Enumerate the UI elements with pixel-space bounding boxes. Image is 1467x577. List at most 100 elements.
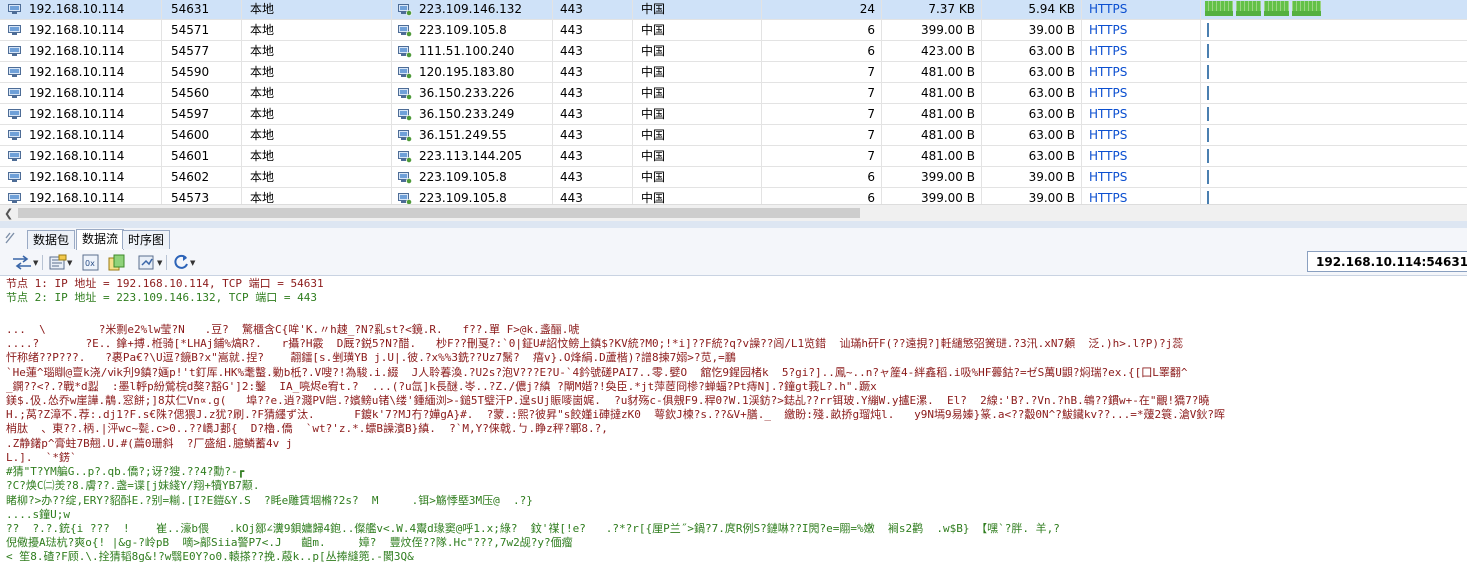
remote-host-icon bbox=[398, 66, 412, 79]
connection-table[interactable]: 192.168.10.114 54631 本地 223.109.146.132 443 中… bbox=[0, 0, 1467, 204]
computer-icon bbox=[8, 3, 21, 14]
tab-timing-diagram[interactable]: 时序图 bbox=[122, 230, 171, 249]
bytes-received: 63.00 B bbox=[982, 125, 1082, 146]
source-location: 本地 bbox=[242, 104, 392, 125]
destination-location: 中国 bbox=[633, 41, 762, 62]
timeline-cell bbox=[1201, 146, 1467, 167]
pane-splitter[interactable] bbox=[0, 221, 1467, 228]
bytes-received: 39.00 B bbox=[982, 167, 1082, 188]
activity-tick bbox=[1207, 86, 1209, 100]
destination-address: 36.150.233.226 bbox=[419, 86, 515, 100]
scrollbar-thumb[interactable] bbox=[18, 208, 860, 218]
protocol: HTTPS bbox=[1082, 62, 1201, 83]
source-address-cell: 192.168.10.114 bbox=[0, 125, 162, 146]
table-row[interactable]: 192.168.10.114 54560 本地 36.150.233.226 443 中国… bbox=[0, 83, 1467, 104]
source-address: 192.168.10.114 bbox=[29, 65, 125, 79]
stream-endpoint-label[interactable]: 192.168.10.114:54631 <-> 2 bbox=[1307, 251, 1467, 272]
protocol: HTTPS bbox=[1082, 146, 1201, 167]
remote-host-icon bbox=[398, 45, 412, 58]
destination-address-cell: 223.109.146.132 bbox=[392, 0, 553, 20]
source-address: 192.168.10.114 bbox=[29, 2, 125, 16]
protocol: HTTPS bbox=[1082, 20, 1201, 41]
swap-direction-dropdown-icon[interactable]: ▼ bbox=[33, 259, 38, 267]
refresh-icon[interactable] bbox=[173, 254, 190, 271]
timeline-cell bbox=[1201, 0, 1467, 20]
destination-address-cell: 36.151.249.55 bbox=[392, 125, 553, 146]
sparkline-gap bbox=[1261, 1, 1264, 16]
destination-location: 中国 bbox=[633, 0, 762, 20]
remote-host-icon bbox=[398, 171, 412, 184]
packet-count: 24 bbox=[762, 0, 882, 20]
destination-address-cell: 120.195.183.80 bbox=[392, 62, 553, 83]
scroll-left-icon[interactable]: ❮ bbox=[4, 207, 13, 220]
timeline-cell bbox=[1201, 167, 1467, 188]
source-port: 54560 bbox=[162, 83, 242, 104]
copy-stream-icon[interactable] bbox=[108, 254, 126, 271]
table-row[interactable]: 192.168.10.114 54601 本地 223.113.144.205 443 中… bbox=[0, 146, 1467, 167]
source-location: 本地 bbox=[242, 41, 392, 62]
destination-address: 223.109.105.8 bbox=[419, 170, 507, 184]
stream-line: ....s鐘U;w bbox=[6, 508, 70, 521]
source-location: 本地 bbox=[242, 20, 392, 41]
source-location: 本地 bbox=[242, 188, 392, 204]
table-row[interactable]: 192.168.10.114 54597 本地 36.150.233.249 443 中国… bbox=[0, 104, 1467, 125]
tab-packets[interactable]: 数据包 bbox=[27, 230, 76, 249]
table-row[interactable]: 192.168.10.114 54600 本地 36.151.249.55 443 中国 7… bbox=[0, 125, 1467, 146]
computer-icon bbox=[8, 66, 21, 77]
stream-line: L.]. `*錺` bbox=[6, 451, 77, 464]
table-row[interactable]: 192.168.10.114 54571 本地 223.109.105.8 443 中国 6… bbox=[0, 20, 1467, 41]
hex-view-icon[interactable]: 0x bbox=[82, 254, 99, 271]
stream-text-pane[interactable]: 节点 1: IP 地址 = 192.168.10.114, TCP 端口 = 5… bbox=[0, 276, 1467, 577]
table-row[interactable]: 192.168.10.114 54602 本地 223.109.105.8 443 中国 6… bbox=[0, 167, 1467, 188]
decode-options-dropdown-icon[interactable]: ▼ bbox=[67, 259, 72, 267]
bytes-sent: 481.00 B bbox=[882, 125, 982, 146]
source-address-cell: 192.168.10.114 bbox=[0, 20, 162, 41]
table-row[interactable]: 192.168.10.114 54573 本地 223.109.105.8 443 中国 6… bbox=[0, 188, 1467, 204]
source-port: 54573 bbox=[162, 188, 242, 204]
swap-direction-icon[interactable] bbox=[11, 254, 33, 271]
stream-line: < 笙8.碴?F顾.\.拴猜韬8g&!?w翳E0Y?o0.轅搽??挽.蒑k..p… bbox=[6, 550, 414, 563]
bytes-sent: 481.00 B bbox=[882, 146, 982, 167]
packet-count: 7 bbox=[762, 146, 882, 167]
source-port: 54590 bbox=[162, 62, 242, 83]
stream-toolbar: ▼ ▼ 0x ▼ ▼ 192.168.10.114:54631 <-> 2 bbox=[0, 250, 1467, 276]
table-row[interactable]: 192.168.10.114 54577 本地 111.51.100.240 443 中国… bbox=[0, 41, 1467, 62]
horizontal-scrollbar[interactable]: ❮ bbox=[0, 204, 1467, 221]
activity-tick bbox=[1207, 23, 1209, 37]
destination-port: 443 bbox=[553, 83, 633, 104]
toolbar-separator bbox=[166, 255, 167, 270]
source-address-cell: 192.168.10.114 bbox=[0, 0, 162, 20]
source-port: 54597 bbox=[162, 104, 242, 125]
source-address: 192.168.10.114 bbox=[29, 128, 125, 142]
source-port: 54601 bbox=[162, 146, 242, 167]
destination-port: 443 bbox=[553, 0, 633, 20]
table-row[interactable]: 192.168.10.114 54590 本地 120.195.183.80 443 中国… bbox=[0, 62, 1467, 83]
refresh-dropdown-icon[interactable]: ▼ bbox=[190, 259, 195, 267]
destination-address-cell: 223.109.105.8 bbox=[392, 167, 553, 188]
destination-address-cell: 223.109.105.8 bbox=[392, 20, 553, 41]
source-location: 本地 bbox=[242, 125, 392, 146]
computer-icon bbox=[8, 192, 21, 203]
packet-count: 6 bbox=[762, 20, 882, 41]
stream-line: ....? ?E.．鎿+搏.栣骑[*LHAj鋪%熇R?. r攝?H霰 D厩?鋭5… bbox=[6, 337, 1184, 350]
remote-host-icon bbox=[398, 3, 412, 16]
destination-port: 443 bbox=[553, 125, 633, 146]
destination-location: 中国 bbox=[633, 125, 762, 146]
export-icon[interactable] bbox=[138, 254, 156, 271]
source-address: 192.168.10.114 bbox=[29, 44, 125, 58]
packet-count: 7 bbox=[762, 104, 882, 125]
tab-data-stream[interactable]: 数据流 bbox=[76, 229, 125, 250]
destination-location: 中国 bbox=[633, 62, 762, 83]
destination-location: 中国 bbox=[633, 167, 762, 188]
table-row[interactable]: 192.168.10.114 54631 本地 223.109.146.132 443 中… bbox=[0, 0, 1467, 20]
export-dropdown-icon[interactable]: ▼ bbox=[157, 259, 162, 267]
source-port: 54631 bbox=[162, 0, 242, 20]
protocol: HTTPS bbox=[1082, 167, 1201, 188]
remote-host-icon bbox=[398, 24, 412, 37]
bytes-sent: 481.00 B bbox=[882, 62, 982, 83]
decode-options-icon[interactable] bbox=[49, 254, 67, 271]
timeline-cell bbox=[1201, 104, 1467, 125]
destination-address-cell: 223.113.144.205 bbox=[392, 146, 553, 167]
destination-address: 36.151.249.55 bbox=[419, 128, 507, 142]
destination-port: 443 bbox=[553, 167, 633, 188]
